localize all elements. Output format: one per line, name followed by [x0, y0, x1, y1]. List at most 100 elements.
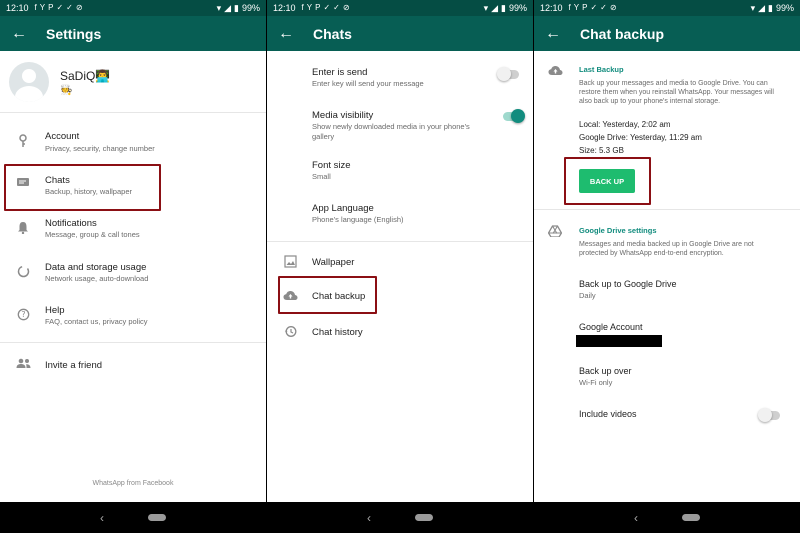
- history-icon: [282, 325, 298, 341]
- status-right: ▾ ◢ ▮ 99%: [751, 3, 794, 14]
- key-icon: [15, 134, 31, 150]
- last-backup-heading: Last Backup: [579, 65, 624, 74]
- item-subtitle: Enter key will send your message: [312, 79, 424, 88]
- item-title: Data and storage usage: [45, 262, 147, 273]
- settings-item-help[interactable]: ? Help FAQ, contact us, privacy policy: [0, 302, 266, 332]
- battery-icon: ▮: [501, 2, 506, 13]
- settings-item-account[interactable]: Account Privacy, security, change number: [0, 128, 266, 158]
- chat-history-label: Chat history: [312, 327, 363, 338]
- back-arrow-icon[interactable]: ←: [536, 25, 570, 43]
- battery-icon: ▮: [234, 2, 239, 13]
- check-icon: ✓: [66, 3, 73, 12]
- chats-item-media-visibility[interactable]: Media visibility Show newly downloaded m…: [267, 107, 533, 143]
- wifi-icon: ▾: [750, 2, 756, 13]
- back-arrow-icon[interactable]: ←: [269, 25, 303, 43]
- settings-screen: 12:10 f Y P ✓ ✓ ⊘ ▾ ◢ ▮ 99% ← Settings S…: [0, 0, 266, 533]
- signal-icon: ◢: [491, 2, 499, 13]
- chats-item-font-size[interactable]: Font size Small: [267, 157, 533, 187]
- data-icon: [15, 265, 31, 281]
- nav-home-pill[interactable]: [148, 514, 166, 521]
- dnd-off-icon: ⊘: [342, 3, 350, 12]
- people-icon: [15, 357, 31, 373]
- item-subtitle: Show newly downloaded media in your phon…: [312, 122, 470, 141]
- setting-back-up-to-google-drive[interactable]: Back up to Google Drive Daily: [534, 276, 800, 304]
- divider: [534, 209, 800, 210]
- media-visibility-toggle[interactable]: [503, 109, 525, 123]
- nav-back-icon[interactable]: ‹: [634, 511, 638, 525]
- highlight-box-back-up: [564, 157, 651, 205]
- status-time: 12:10: [6, 3, 29, 13]
- setting-include-videos[interactable]: Include videos: [534, 406, 800, 426]
- item-title: Help: [45, 305, 65, 316]
- notification-icons: f Y P ✓ ✓ ⊘: [302, 3, 350, 13]
- item-subtitle: Small: [312, 172, 331, 181]
- backup-size: Size: 5.3 GB: [579, 146, 624, 155]
- battery-percent: 99%: [508, 3, 527, 13]
- setting-title: Google Account: [579, 322, 643, 332]
- check-icon: ✓: [590, 3, 598, 12]
- status-time: 12:10: [540, 3, 563, 13]
- app-bar: ← Chat backup: [534, 16, 800, 51]
- page-title: Chat backup: [580, 25, 665, 42]
- back-arrow-icon[interactable]: ←: [2, 25, 36, 43]
- svg-text:?: ?: [21, 310, 25, 319]
- wifi-icon: ▾: [216, 2, 222, 13]
- invite-label: Invite a friend: [45, 360, 103, 371]
- local-backup-time: Local: Yesterday, 2:02 am: [579, 120, 671, 129]
- last-backup-description: Back up your messages and media to Googl…: [579, 80, 774, 105]
- chats-item-chat-history[interactable]: Chat history: [267, 323, 533, 343]
- battery-icon: ▮: [768, 2, 773, 13]
- setting-title: Include videos: [579, 409, 637, 419]
- nav-home-pill[interactable]: [682, 514, 700, 521]
- item-title: Enter is send: [312, 67, 368, 78]
- battery-percent: 99%: [241, 3, 260, 13]
- setting-title: Back up to Google Drive: [579, 279, 677, 289]
- setting-google-account[interactable]: Google Account: [534, 319, 800, 349]
- check-icon: ✓: [56, 3, 64, 12]
- google-drive-icon: [547, 224, 563, 242]
- nav-home-pill[interactable]: [415, 514, 433, 521]
- gdrive-settings-heading: Google Drive settings: [579, 226, 657, 235]
- nav-back-icon[interactable]: ‹: [100, 511, 104, 525]
- item-title: Account: [45, 131, 80, 142]
- setting-title: Back up over: [579, 366, 632, 376]
- item-title: Notifications: [45, 218, 97, 229]
- item-subtitle: FAQ, contact us, privacy policy: [45, 317, 148, 326]
- nav-back-icon[interactable]: ‹: [367, 511, 371, 525]
- chats-settings-screen: 12:10 f Y P ✓ ✓ ⊘ ▾ ◢ ▮ 99% ← Chats Ente…: [267, 0, 533, 533]
- include-videos-toggle[interactable]: [758, 408, 780, 422]
- nav-bar: ‹: [0, 502, 266, 533]
- check-icon: ✓: [323, 3, 331, 12]
- yahoo-icon: Y: [306, 3, 313, 12]
- wallpaper-icon: [282, 255, 298, 271]
- highlight-box-chat-backup: [278, 276, 377, 314]
- settings-item-data-storage[interactable]: Data and storage usage Network usage, au…: [0, 259, 266, 289]
- nav-bar: ‹: [267, 502, 533, 533]
- profile-status: 🧑‍🍳: [60, 85, 73, 96]
- setting-back-up-over[interactable]: Back up over Wi-Fi only: [534, 363, 800, 391]
- enter-is-send-toggle[interactable]: [497, 67, 519, 81]
- setting-value: Daily: [579, 291, 596, 300]
- avatar[interactable]: [9, 62, 49, 102]
- status-bar: 12:10 f Y P ✓ ✓ ⊘ ▾ ◢ ▮ 99%: [0, 0, 266, 16]
- profile-row[interactable]: SaDiQ👨‍💻 🧑‍🍳: [0, 55, 266, 113]
- status-right: ▾ ◢ ▮ 99%: [484, 3, 527, 14]
- page-title: Settings: [46, 25, 102, 42]
- app-bar: ← Settings: [0, 16, 266, 51]
- wallpaper-label: Wallpaper: [312, 257, 355, 268]
- signal-icon: ◢: [224, 2, 232, 13]
- three-phone-screens: 12:10 f Y P ✓ ✓ ⊘ ▾ ◢ ▮ 99% ← Settings S…: [0, 0, 800, 533]
- chats-item-wallpaper[interactable]: Wallpaper: [267, 253, 533, 273]
- chats-item-enter-is-send[interactable]: Enter is send Enter key will send your m…: [267, 64, 533, 94]
- chats-item-app-language[interactable]: App Language Phone's language (English): [267, 200, 533, 230]
- check-icon: ✓: [333, 3, 340, 12]
- settings-item-invite[interactable]: Invite a friend: [0, 355, 266, 375]
- settings-item-notifications[interactable]: Notifications Message, group & call tone…: [0, 215, 266, 245]
- item-subtitle: Network usage, auto-download: [45, 274, 149, 283]
- redacted-account: [576, 335, 662, 347]
- battery-percent: 99%: [775, 3, 794, 13]
- facebook-icon: f: [301, 3, 304, 12]
- yahoo-icon: Y: [39, 3, 46, 12]
- highlight-box-chats: [4, 164, 161, 211]
- item-title: Font size: [312, 160, 351, 171]
